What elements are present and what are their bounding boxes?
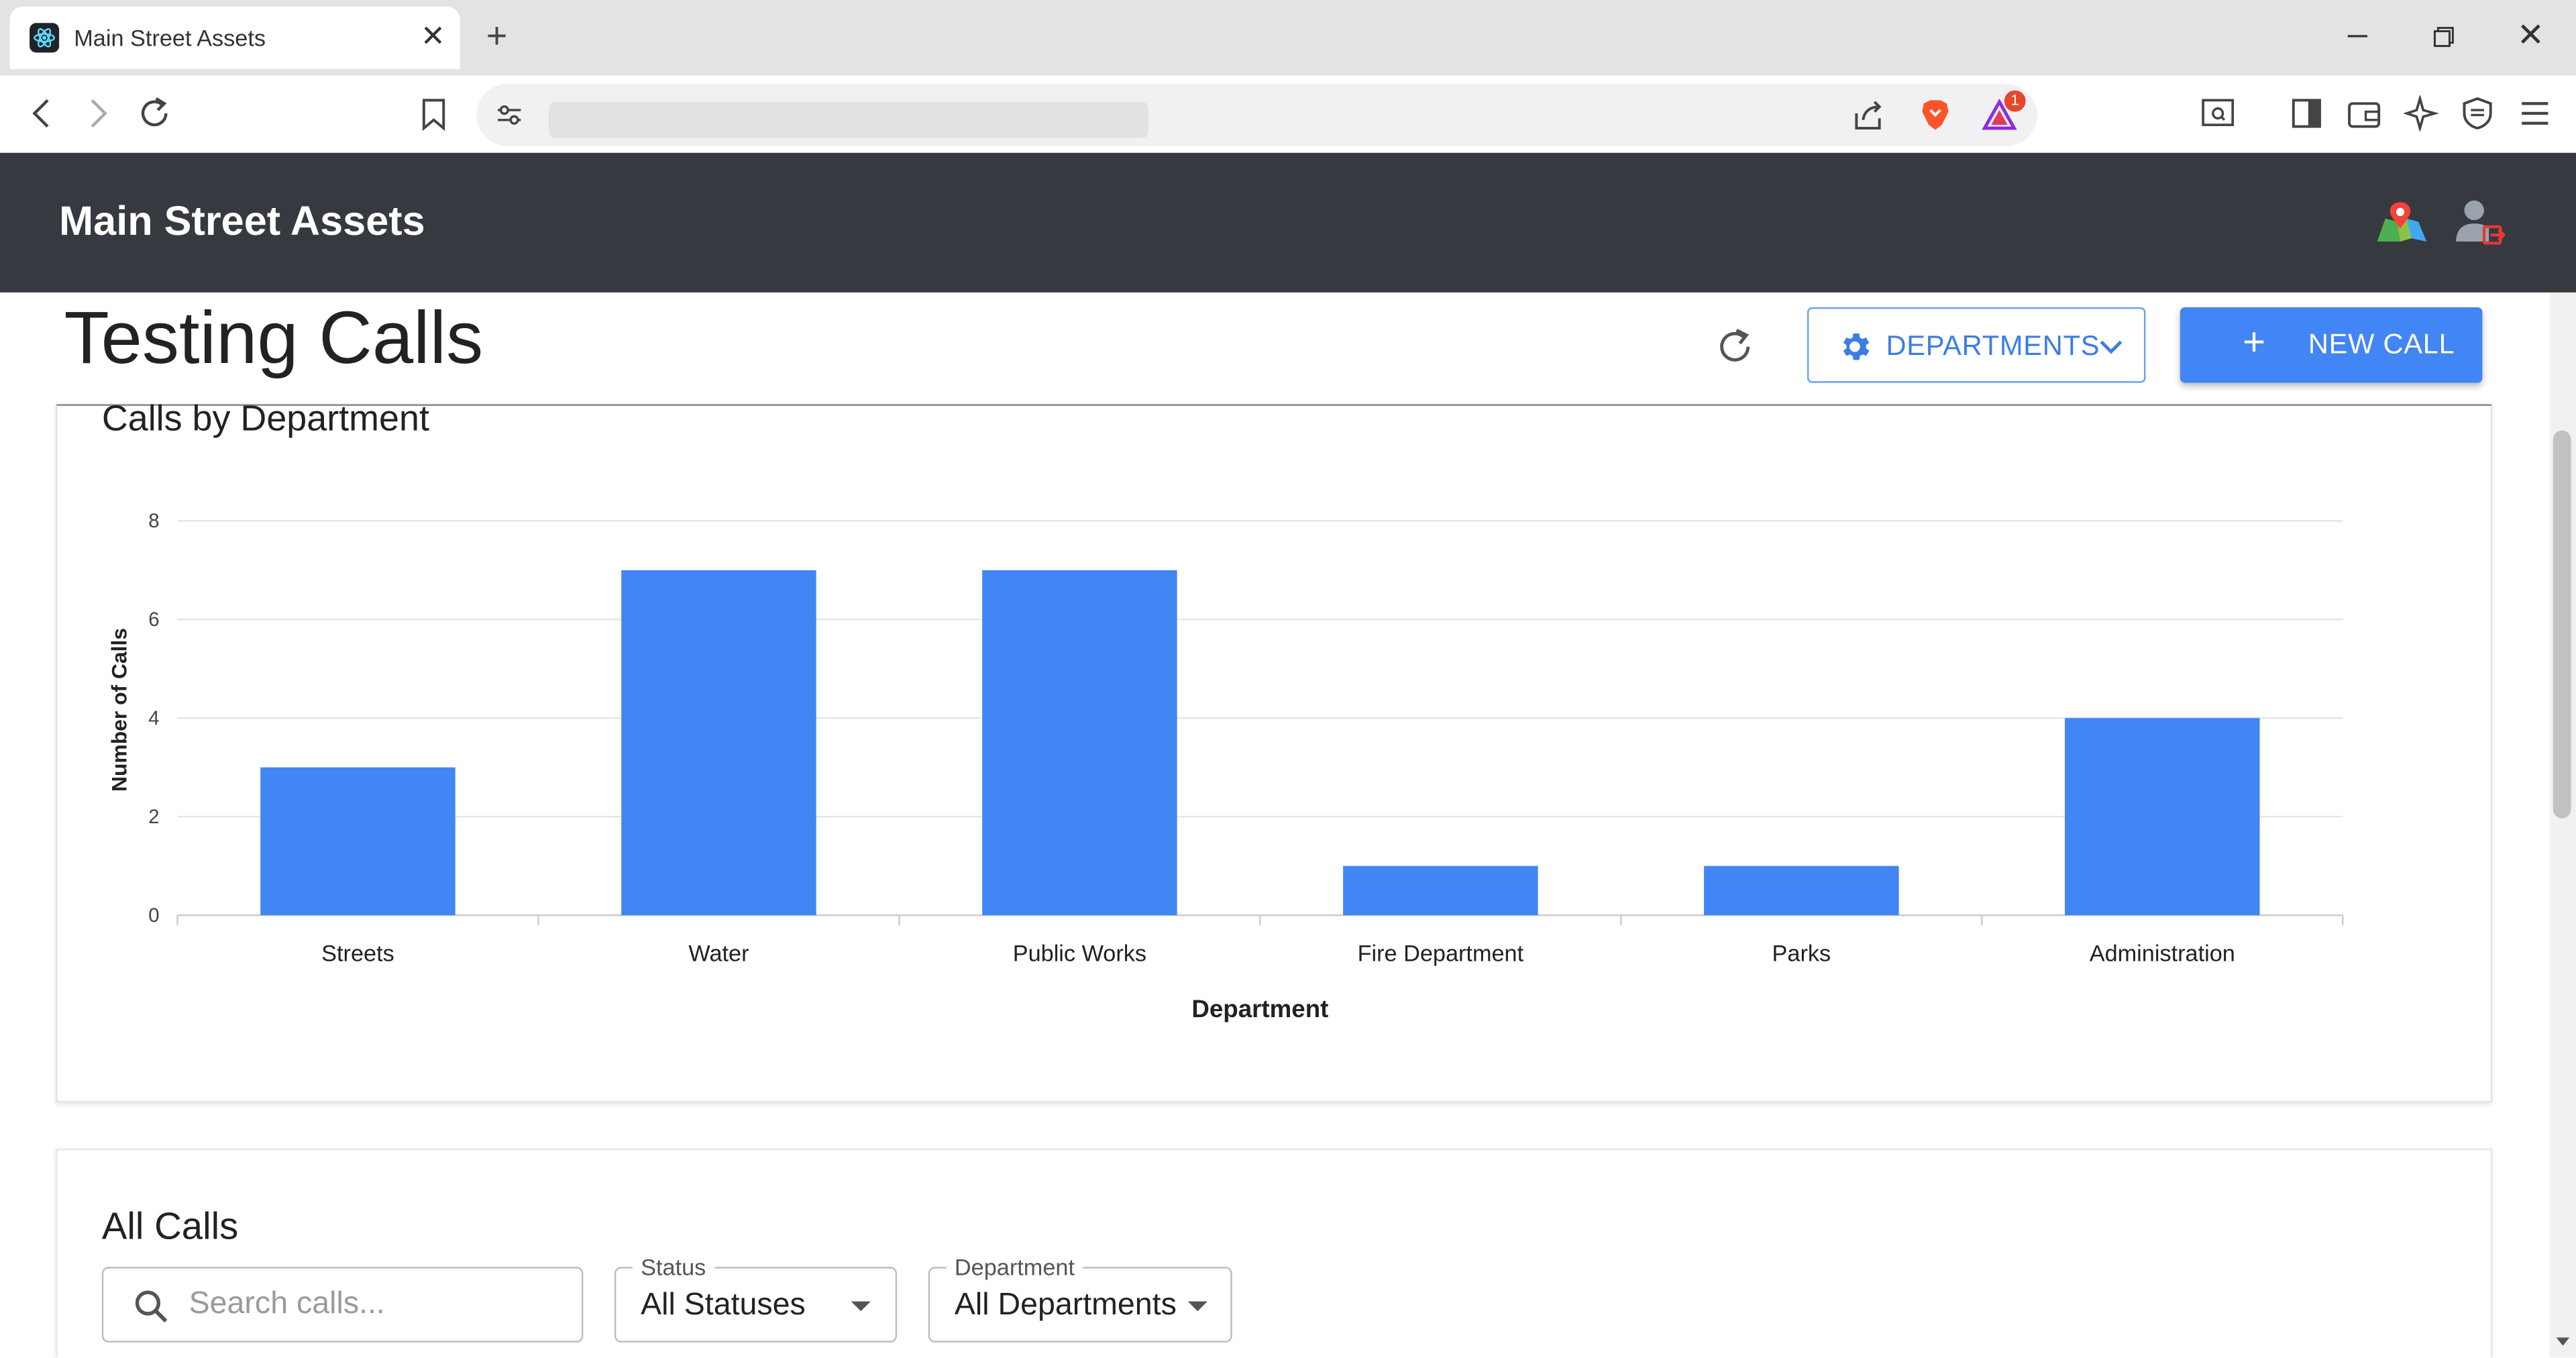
all-calls-card: All Calls Status All Statuses Department… <box>56 1148 2493 1357</box>
y-tick-label: 2 <box>148 806 159 828</box>
bar <box>982 570 1177 916</box>
y-tick-label: 8 <box>148 510 159 532</box>
site-settings-icon[interactable] <box>494 100 524 129</box>
departments-button-label: DEPARTMENTS <box>1886 330 2100 362</box>
department-select[interactable]: Department All Departments <box>928 1253 1232 1343</box>
share-icon[interactable] <box>1850 97 1886 133</box>
wallet-icon[interactable] <box>2346 95 2382 132</box>
refresh-icon[interactable] <box>1713 325 1756 368</box>
department-select-label: Department <box>946 1253 1083 1280</box>
status-select-label: Status <box>632 1253 714 1280</box>
all-calls-title: All Calls <box>101 1204 239 1247</box>
x-tick-label: Water <box>688 941 749 967</box>
status-select[interactable]: Status All Statuses <box>614 1253 898 1343</box>
page-title: Testing Calls <box>64 295 484 380</box>
browser-toolbar: 1 <box>0 75 2576 153</box>
chart-card: Calls by Department 0 2 4 6 8 Streets Water Pub… <box>56 398 2493 1103</box>
new-call-button[interactable]: + NEW CALL <box>2180 307 2483 383</box>
leo-ai-icon[interactable] <box>2403 95 2440 132</box>
forward-icon[interactable] <box>79 95 115 132</box>
status-select-value: All Statuses <box>641 1288 806 1323</box>
bar-chart: 0 2 4 6 8 Streets Water Public Works Fire Depart… <box>107 510 2344 1023</box>
search-input[interactable] <box>189 1285 567 1324</box>
bookmark-icon[interactable] <box>416 95 452 132</box>
back-icon[interactable] <box>25 95 61 132</box>
y-axis-title: Number of Calls <box>107 628 131 792</box>
reload-icon[interactable] <box>136 95 172 132</box>
restore-icon[interactable] <box>2433 26 2455 48</box>
x-tick-label: Administration <box>2090 941 2235 967</box>
y-tick-label: 4 <box>148 707 159 729</box>
minimize-icon[interactable] <box>2346 19 2369 52</box>
rewards-badge: 1 <box>2004 90 2026 112</box>
map-icon[interactable] <box>2375 199 2428 245</box>
department-select-value: All Departments <box>954 1288 1177 1323</box>
react-icon <box>30 23 60 53</box>
page-scrollbar[interactable] <box>2549 292 2576 1357</box>
search-icon <box>135 1290 168 1323</box>
x-axis-title: Department <box>1191 995 1328 1023</box>
x-tick-label: Streets <box>321 941 394 967</box>
new-tab-button[interactable]: + <box>486 15 507 56</box>
scroll-down-arrow-icon[interactable] <box>2556 1337 2570 1346</box>
main-content: Testing Calls DEPARTMENTS + NEW CALL Cal… <box>0 292 2550 1357</box>
y-tick-label: 0 <box>148 904 159 927</box>
bar <box>2065 718 2260 916</box>
search-box[interactable] <box>101 1267 584 1343</box>
gear-icon <box>1843 333 1870 360</box>
app-header: Main Street Assets <box>0 152 2576 293</box>
bar <box>1704 866 1899 916</box>
reader-mode-icon[interactable] <box>2200 95 2236 132</box>
x-tick-label: Fire Department <box>1358 941 1524 967</box>
new-call-button-label: NEW CALL <box>2308 328 2455 360</box>
bar <box>260 767 455 916</box>
chevron-down-icon <box>2100 340 2123 354</box>
departments-button[interactable]: DEPARTMENTS <box>1807 307 2146 383</box>
x-tick-label: Parks <box>1772 941 1831 967</box>
scrollbar-thumb[interactable] <box>2553 430 2571 819</box>
close-window-icon[interactable]: ✕ <box>2517 19 2544 52</box>
browser-tab[interactable]: Main Street Assets ✕ <box>9 6 460 69</box>
vpn-shield-icon[interactable] <box>2459 95 2496 132</box>
sidebar-icon[interactable] <box>2288 95 2324 132</box>
bar <box>1343 866 1538 916</box>
caret-down-icon <box>851 1301 871 1312</box>
bar <box>621 570 816 916</box>
caret-down-icon <box>1187 1301 1208 1312</box>
plus-icon: + <box>2242 320 2266 365</box>
brave-shields-icon[interactable] <box>1917 97 1953 133</box>
browser-tabstrip: Main Street Assets ✕ + ✕ <box>0 0 2576 76</box>
app-title[interactable]: Main Street Assets <box>59 199 425 246</box>
y-tick-label: 6 <box>148 609 159 631</box>
tab-close-icon[interactable]: ✕ <box>421 19 445 52</box>
x-tick-label: Public Works <box>1013 941 1146 967</box>
tab-title: Main Street Assets <box>74 24 266 51</box>
address-bar[interactable]: 1 <box>476 83 2037 146</box>
user-logout-icon[interactable] <box>2453 195 2506 248</box>
url-text-redacted <box>548 101 1148 138</box>
menu-icon[interactable] <box>2517 95 2553 132</box>
